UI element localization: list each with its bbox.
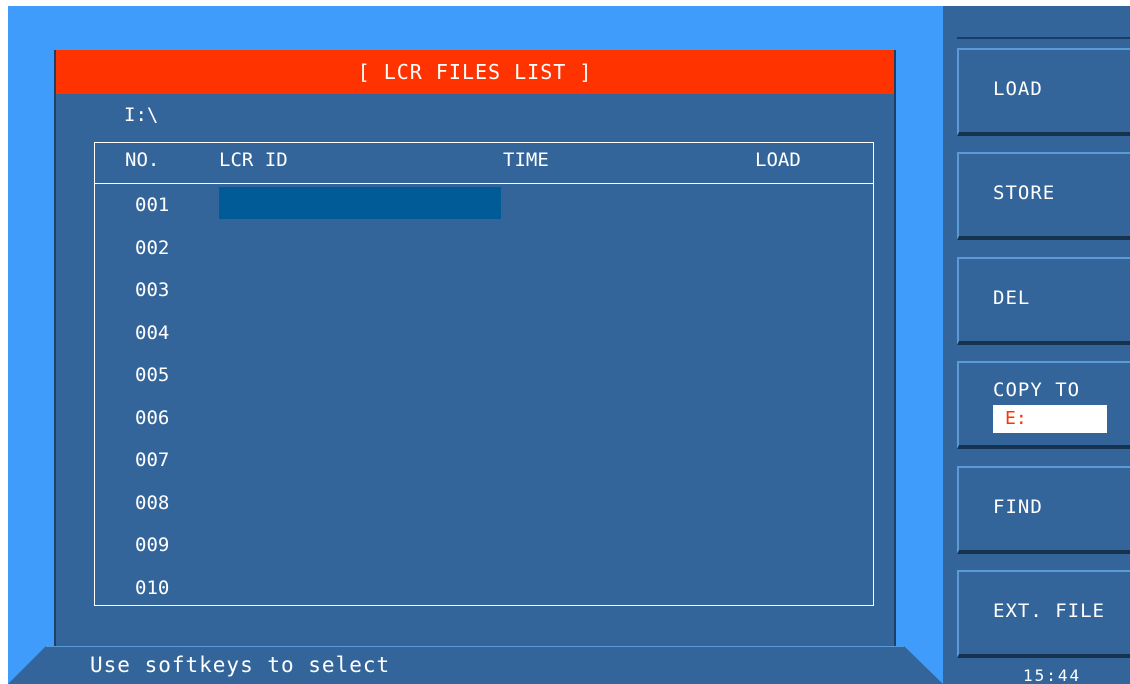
copy-to-button-label: COPY TO (993, 379, 1081, 401)
table-row[interactable]: 005 (95, 354, 873, 397)
clock-time: 15:44 (1023, 666, 1082, 684)
row-lcr-id[interactable] (219, 485, 501, 517)
row-number: 006 (135, 406, 170, 429)
column-header-load: LOAD (755, 149, 801, 171)
row-number: 008 (135, 491, 170, 514)
load-button-label: LOAD (993, 78, 1043, 100)
table-row[interactable]: 004 (95, 312, 873, 355)
file-rows: 001 002 003 004 005 006 007 008 009 010 (95, 184, 873, 609)
store-button-label: STORE (993, 182, 1056, 204)
store-button[interactable]: STORE (957, 152, 1130, 240)
status-message: Use softkeys to select (90, 653, 391, 677)
table-row[interactable]: 009 (95, 524, 873, 567)
row-number: 005 (135, 364, 170, 386)
row-number: 004 (135, 321, 170, 344)
table-row[interactable]: 006 (95, 397, 873, 440)
table-row[interactable]: 010 (95, 567, 873, 610)
row-lcr-id[interactable] (219, 400, 501, 432)
row-number: 001 (135, 194, 170, 216)
row-lcr-id[interactable] (219, 315, 501, 347)
column-header-no: NO. (125, 149, 160, 171)
table-row[interactable]: 008 (95, 482, 873, 525)
table-row[interactable]: 007 (95, 439, 873, 482)
table-row[interactable]: 003 (95, 269, 873, 312)
row-lcr-id[interactable] (219, 527, 501, 559)
row-number: 002 (135, 236, 170, 259)
row-lcr-id[interactable] (219, 357, 501, 389)
row-number: 010 (135, 576, 170, 599)
table-row[interactable]: 002 (95, 227, 873, 270)
row-lcr-id[interactable] (219, 187, 501, 219)
row-lcr-id[interactable] (219, 230, 501, 262)
load-button[interactable]: LOAD (957, 48, 1130, 136)
ext-file-button-label: EXT. FILE (993, 600, 1105, 622)
row-lcr-id[interactable] (219, 272, 501, 304)
file-list-panel: [ LCR FILES LIST ] I:\ NO. LCR ID TIME L… (54, 50, 896, 646)
table-row[interactable]: 001 (95, 184, 873, 227)
copy-to-button[interactable]: COPY TO E: (957, 361, 1130, 449)
softkey-divider (957, 37, 1130, 39)
status-bar: Use softkeys to select (8, 646, 943, 684)
table-header: NO. LCR ID TIME LOAD (95, 143, 873, 184)
find-button-label: FIND (993, 496, 1043, 518)
file-table: NO. LCR ID TIME LOAD 001 002 003 004 005… (94, 142, 874, 606)
delete-button-label: DEL (993, 287, 1031, 309)
row-number: 009 (135, 534, 170, 556)
column-header-lcr-id: LCR ID (219, 149, 288, 171)
delete-button[interactable]: DEL (957, 257, 1130, 345)
find-button[interactable]: FIND (957, 466, 1130, 554)
current-path: I:\ (124, 104, 159, 126)
column-header-time: TIME (503, 149, 549, 171)
row-lcr-id[interactable] (219, 442, 501, 474)
row-number: 003 (135, 279, 170, 301)
softkey-panel: LOAD STORE DEL COPY TO E: FIND EXT. FILE… (943, 6, 1130, 684)
instrument-screen: [ LCR FILES LIST ] I:\ NO. LCR ID TIME L… (8, 6, 1130, 684)
row-number: 007 (135, 449, 170, 471)
copy-target-drive: E: (993, 405, 1107, 433)
row-lcr-id[interactable] (219, 570, 501, 602)
ext-file-button[interactable]: EXT. FILE (957, 570, 1130, 658)
page-title: [ LCR FILES LIST ] (56, 50, 894, 94)
